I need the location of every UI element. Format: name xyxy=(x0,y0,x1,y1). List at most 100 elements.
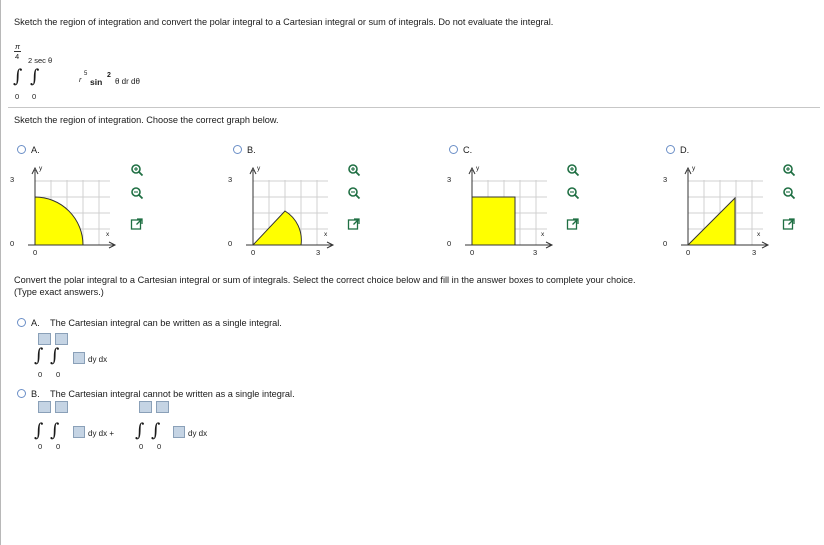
choice-b-first-differential: dy dx + xyxy=(88,429,115,438)
graph-option-d-label[interactable]: D. xyxy=(680,145,689,155)
graph-option-b: 3 0 0 3 x y xyxy=(228,165,338,261)
y-tick-3: 3 xyxy=(10,175,15,184)
choice-a-inner-upper-input[interactable] xyxy=(55,333,68,345)
graph-a-zoom-in-icon[interactable] xyxy=(130,163,144,177)
graph-option-a-label[interactable]: A. xyxy=(31,145,40,155)
y-tick-0: 0 xyxy=(10,239,15,248)
choice-b-second-outer-integral-sign: ∫ xyxy=(135,420,145,441)
choice-b-first-integrand-input[interactable] xyxy=(73,426,85,438)
question-prompt: Sketch the region of integration and con… xyxy=(14,17,554,27)
graph-a-plot xyxy=(28,166,117,249)
choice-b-letter[interactable]: B. xyxy=(31,389,40,399)
integrand-trig-exp: 2 xyxy=(107,72,111,79)
choice-b-second-lower-inner: 0 xyxy=(157,442,162,451)
graph-option-c-radio[interactable] xyxy=(449,145,458,154)
region-quarter-circle xyxy=(34,196,84,246)
graph-option-d-radio[interactable] xyxy=(666,145,675,154)
x-axis-label: x xyxy=(757,231,761,238)
choice-a-lower-outer: 0 xyxy=(38,370,43,379)
integrand-r-exp: 5 xyxy=(84,71,88,77)
choice-a-outer-upper-input[interactable] xyxy=(38,333,51,345)
part2-note: (Type exact answers.) xyxy=(14,287,104,297)
graph-c-zoom-out-icon[interactable] xyxy=(566,186,580,200)
choice-a-inner-integral-sign: ∫ xyxy=(50,345,60,366)
y-tick-0: 0 xyxy=(228,239,233,248)
x-axis-label: x xyxy=(541,231,545,238)
graph-b-zoom-in-icon[interactable] xyxy=(347,163,361,177)
region-triangle xyxy=(686,196,736,246)
graph-c-popout-icon[interactable] xyxy=(566,217,580,231)
x-tick-3: 3 xyxy=(316,248,321,257)
choice-a-lower-inner: 0 xyxy=(56,370,61,379)
inner-lower: 0 xyxy=(32,92,37,101)
choice-a-integrand-input[interactable] xyxy=(73,352,85,364)
choice-b-second-integrand-input[interactable] xyxy=(173,426,185,438)
choice-a-differential: dy dx xyxy=(88,355,108,364)
graph-option-b-label[interactable]: B. xyxy=(247,145,256,155)
graph-a-zoom-out-icon[interactable] xyxy=(130,186,144,200)
x-axis-label: x xyxy=(106,231,110,238)
x-tick-3: 3 xyxy=(752,248,757,257)
choice-a-text: The Cartesian integral can be written as… xyxy=(50,318,282,328)
x-tick-3: 3 xyxy=(533,248,538,257)
x-tick-0: 0 xyxy=(33,248,38,257)
x-tick-0: 0 xyxy=(251,248,256,257)
choice-a-outer-integral-sign: ∫ xyxy=(34,345,44,366)
inner-integral-sign: ∫ xyxy=(30,66,40,87)
choice-b-first-lower-inner: 0 xyxy=(56,442,61,451)
x-axis-label: x xyxy=(324,231,328,238)
y-tick-3: 3 xyxy=(663,175,668,184)
graph-d-popout-icon[interactable] xyxy=(782,217,796,231)
graph-c-plot xyxy=(465,166,554,249)
x-tick-0: 0 xyxy=(470,248,475,257)
section-divider xyxy=(8,107,820,108)
choice-a-radio[interactable] xyxy=(17,318,26,327)
graph-d-zoom-in-icon[interactable] xyxy=(782,163,796,177)
graph-b-zoom-out-icon[interactable] xyxy=(347,186,361,200)
outer-integral-sign: ∫ xyxy=(13,66,23,87)
x-tick-0: 0 xyxy=(686,248,691,257)
graph-b-plot xyxy=(246,166,335,249)
choice-b-first-inner-integral-sign: ∫ xyxy=(50,420,60,441)
region-square xyxy=(471,196,516,246)
outer-lower: 0 xyxy=(15,92,20,101)
y-tick-3: 3 xyxy=(447,175,452,184)
choice-b-second-outer-upper-input[interactable] xyxy=(139,401,152,413)
integrand-r: r xyxy=(79,75,82,84)
y-axis-label: y xyxy=(692,165,696,172)
choice-b-second-differential: dy dx xyxy=(188,429,208,438)
y-tick-0: 0 xyxy=(447,239,452,248)
choice-b-first-outer-integral-sign: ∫ xyxy=(34,420,44,441)
y-tick-0: 0 xyxy=(663,239,668,248)
choice-b-radio[interactable] xyxy=(17,389,26,398)
graph-c-zoom-in-icon[interactable] xyxy=(566,163,580,177)
region-sector xyxy=(251,210,302,246)
choice-a-letter[interactable]: A. xyxy=(31,318,40,328)
choice-b-second-inner-integral-sign: ∫ xyxy=(151,420,161,441)
choice-b-first-outer-upper-input[interactable] xyxy=(38,401,51,413)
y-axis-label: y xyxy=(476,165,480,172)
graph-option-a: 3 0 0 x y xyxy=(10,165,120,261)
choice-b-first-lower-outer: 0 xyxy=(38,442,43,451)
graph-a-popout-icon[interactable] xyxy=(130,217,144,231)
graph-d-plot xyxy=(681,166,770,249)
graph-option-b-radio[interactable] xyxy=(233,145,242,154)
choice-b-text: The Cartesian integral cannot be written… xyxy=(50,389,295,399)
integrand-rest: θ dr dθ xyxy=(115,77,140,86)
graph-d-zoom-out-icon[interactable] xyxy=(782,186,796,200)
choice-b-first-inner-upper-input[interactable] xyxy=(55,401,68,413)
inner-upper: 2 sec θ xyxy=(28,56,53,65)
graph-option-c: 3 0 0 3 x y xyxy=(447,165,557,261)
y-axis-label: y xyxy=(257,165,261,172)
outer-upper-den: 4 xyxy=(15,52,20,61)
y-axis-label: y xyxy=(39,165,43,172)
y-tick-3: 3 xyxy=(228,175,233,184)
graph-option-d: 3 0 0 3 x y xyxy=(663,165,773,261)
integrand-trig: sin xyxy=(90,77,103,87)
left-border xyxy=(0,0,1,545)
graph-b-popout-icon[interactable] xyxy=(347,217,361,231)
part2-instruction: Convert the polar integral to a Cartesia… xyxy=(14,275,636,285)
graph-option-a-radio[interactable] xyxy=(17,145,26,154)
choice-b-second-inner-upper-input[interactable] xyxy=(156,401,169,413)
graph-option-c-label[interactable]: C. xyxy=(463,145,472,155)
